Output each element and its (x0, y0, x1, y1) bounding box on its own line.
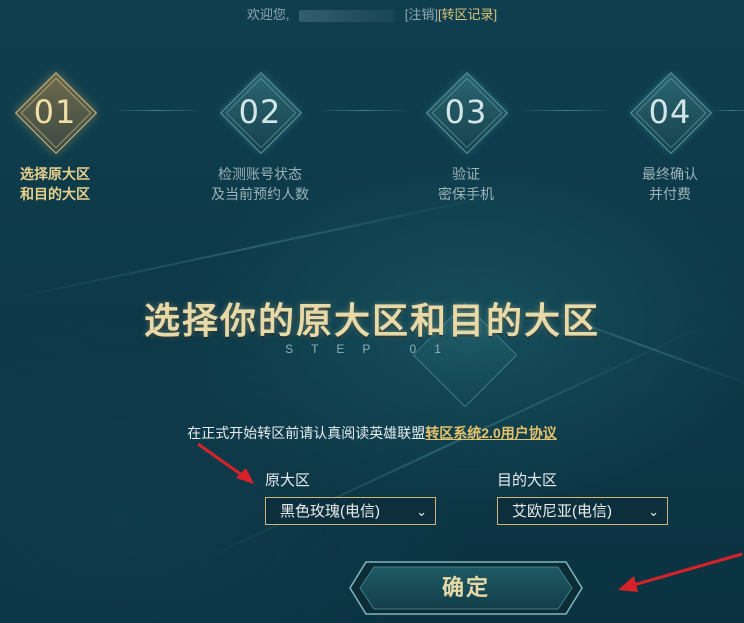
step-label-line2: 并付费 (649, 186, 691, 202)
step-number: 04 (648, 93, 692, 131)
step-label-line2: 密保手机 (438, 186, 494, 202)
chevron-down-icon: ⌄ (416, 504, 427, 519)
welcome-text: 欢迎您, (246, 7, 290, 22)
user-agreement-link[interactable]: 转区系统2.0用户协议 (425, 425, 556, 441)
agreement-text: 在正式开始转区前请认真阅读英雄联盟 (187, 425, 426, 441)
step-tag: STEP 01 (285, 342, 459, 356)
step-1: 01 选择原大区和目的大区 (0, 70, 135, 204)
page-title: 选择你的原大区和目的大区 (143, 300, 600, 341)
step-3: 03 验证密保手机 (386, 70, 546, 204)
step-label-line2: 和目的大区 (20, 186, 90, 202)
confirm-button-wrap: 确定 (348, 560, 584, 616)
source-server-label: 原大区 (265, 472, 311, 489)
step-4: 04 最终确认并付费 (590, 70, 744, 204)
annotation-arrow-icon (618, 552, 743, 592)
step-diamond-icon: 03 (424, 70, 509, 155)
source-server-value: 黑色玫瑰(电信) (280, 503, 380, 520)
step-diamond-icon: 04 (628, 70, 713, 155)
step-number: 02 (238, 93, 282, 131)
confirm-button[interactable]: 确定 (368, 566, 564, 610)
agreement-notice: 在正式开始转区前请认真阅读英雄联盟转区系统2.0用户协议 (0, 423, 744, 443)
target-server-value: 艾欧尼亚(电信) (512, 503, 612, 520)
logout-link[interactable]: [注销] (405, 7, 438, 22)
username-redacted (299, 9, 396, 22)
step-label-line1: 检测账号状态 (218, 166, 302, 182)
step-number: 01 (33, 93, 77, 131)
welcome-bar: 欢迎您, [注销][转区记录] (0, 4, 744, 23)
step-diamond-icon: 01 (13, 70, 98, 155)
step-label-line1: 选择原大区 (20, 166, 90, 182)
annotation-arrow-icon (197, 442, 254, 484)
background-streak (0, 191, 509, 302)
source-server-select[interactable]: 黑色玫瑰(电信) ⌄ (265, 497, 436, 525)
step-label-line1: 最终确认 (642, 166, 698, 182)
transfer-record-link[interactable]: [转区记录] (438, 7, 497, 22)
step-label-line1: 验证 (452, 166, 480, 182)
step-number: 03 (444, 93, 488, 131)
target-server-select[interactable]: 艾欧尼亚(电信) ⌄ (497, 497, 668, 525)
chevron-down-icon: ⌄ (648, 504, 659, 519)
target-server-label: 目的大区 (497, 472, 558, 489)
step-2: 02 检测账号状态 及当前预约人数 (180, 70, 340, 204)
step-diamond-icon: 02 (218, 70, 303, 155)
step-label-line2: 及当前预约人数 (211, 186, 309, 202)
